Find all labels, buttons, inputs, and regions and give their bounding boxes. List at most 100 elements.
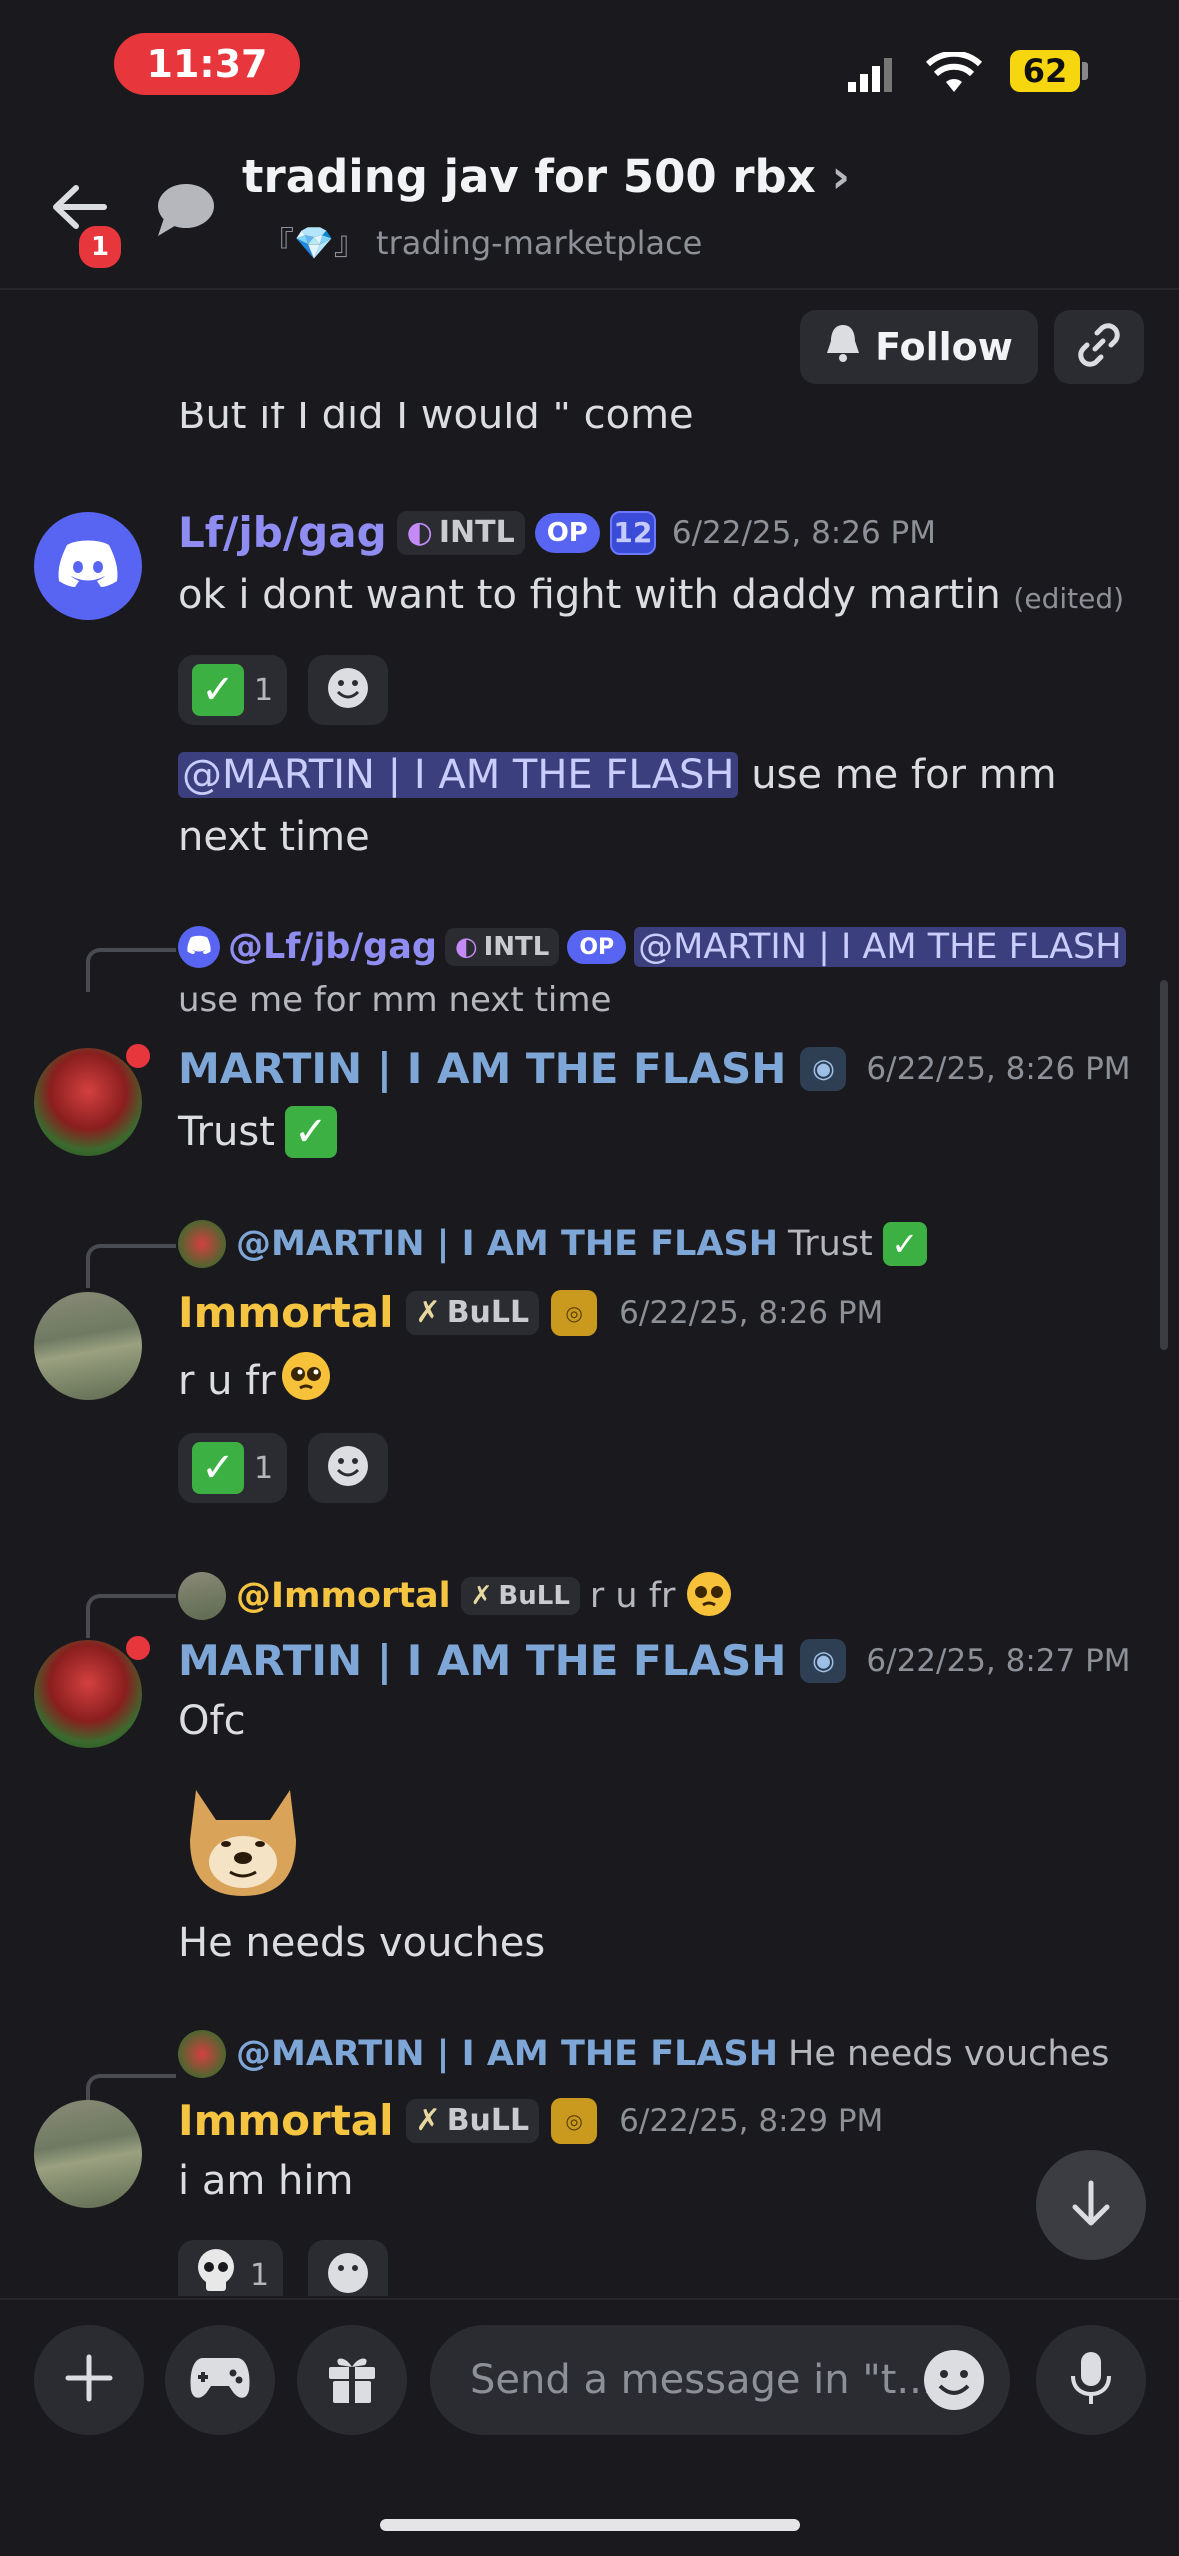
reply-username: @MARTIN | I AM THE FLASH xyxy=(236,1224,779,1264)
reply-preview[interactable]: @Immortal ✗ BuLL r u fr xyxy=(178,1570,733,1622)
guild-tag[interactable]: ✗ BuLL xyxy=(405,1290,540,1335)
username[interactable]: MARTIN | I AM THE FLASH xyxy=(178,1044,786,1093)
signal-icon xyxy=(848,56,894,96)
voice-message-button[interactable] xyxy=(1036,2325,1146,2435)
avatar xyxy=(178,2030,226,2078)
smiley-icon xyxy=(922,2350,986,2416)
scrollbar-thumb[interactable] xyxy=(1160,980,1168,1350)
sword-icon: ✗ xyxy=(415,2103,441,2138)
reply-text: Trust xyxy=(788,1224,873,1264)
reaction-check[interactable]: ✓ 1 xyxy=(178,655,288,725)
reaction-count: 1 xyxy=(254,672,274,708)
reaction-skull[interactable]: 1 xyxy=(178,2240,284,2296)
guild-tag[interactable]: ✗ BuLL xyxy=(405,2098,540,2143)
reply-connector xyxy=(86,1244,176,1288)
reply-text: He needs vouches xyxy=(788,2034,1110,2074)
avatar[interactable] xyxy=(34,1048,142,1156)
battery-tip xyxy=(1082,62,1088,80)
chevron-right-icon: › xyxy=(831,150,851,203)
avatar[interactable] xyxy=(34,2100,142,2208)
follow-button[interactable]: Follow xyxy=(800,310,1038,384)
message-text-cont: next time xyxy=(178,814,370,860)
avatar xyxy=(178,1572,226,1620)
timestamp: 6/22/25, 8:26 PM xyxy=(619,1294,884,1331)
check-emoji-icon: ✓ xyxy=(192,664,244,716)
arrow-down-icon xyxy=(1069,2179,1113,2231)
reply-preview[interactable]: @MARTIN | I AM THE FLASH He needs vouche… xyxy=(178,2030,1109,2078)
avatar[interactable] xyxy=(34,1640,142,1748)
reply-connector xyxy=(86,1594,176,1638)
op-badge: OP xyxy=(567,930,627,964)
moon-icon: ◐ xyxy=(406,515,433,550)
gamepad-icon xyxy=(189,2354,251,2406)
unread-badge: 1 xyxy=(75,222,125,272)
doge-sticker-icon[interactable] xyxy=(176,1770,310,1896)
channel-name[interactable]: 『💎』 trading-marketplace xyxy=(262,218,702,264)
message-header: Immortal ✗ BuLL ◎ 6/22/25, 8:29 PM xyxy=(178,2096,883,2145)
bell-icon xyxy=(825,323,861,372)
username[interactable]: MARTIN | I AM THE FLASH xyxy=(178,1636,786,1685)
microphone-icon xyxy=(1069,2350,1113,2410)
home-indicator xyxy=(380,2519,800,2531)
discord-logo-icon xyxy=(186,935,212,959)
copy-link-button[interactable] xyxy=(1054,310,1144,384)
reply-text: r u fr xyxy=(589,1576,676,1616)
smiley-icon xyxy=(326,666,370,714)
message-text: Trust ✓ xyxy=(178,1106,337,1158)
op-badge: OP xyxy=(534,512,600,553)
guild-tag: ◐ INTL xyxy=(444,928,560,966)
reaction-count: 1 xyxy=(254,1450,274,1486)
gift-button[interactable] xyxy=(297,2325,407,2435)
avatar-decoration xyxy=(126,1044,150,1068)
user-mention: @MARTIN | I AM THE FLASH xyxy=(634,927,1126,967)
moon-icon: ◐ xyxy=(454,932,478,962)
username[interactable]: Immortal xyxy=(178,1288,394,1337)
reply-preview[interactable]: @MARTIN | I AM THE FLASH Trust ✓ xyxy=(178,1220,927,1268)
partial-message-text: But if I did I would " come xyxy=(178,392,694,438)
guild-tag[interactable]: ◐ INTL xyxy=(396,510,525,555)
smiley-icon xyxy=(326,2251,370,2296)
discord-logo-icon xyxy=(55,539,121,593)
message-placeholder: Send a message in "t... xyxy=(470,2357,935,2403)
message-text: r u fr xyxy=(178,1350,332,1412)
add-reaction-button[interactable] xyxy=(308,2240,388,2296)
reaction-check[interactable]: ✓ 1 xyxy=(178,1433,288,1503)
apps-button[interactable] xyxy=(165,2325,275,2435)
username[interactable]: Immortal xyxy=(178,2096,394,2145)
timestamp: 6/22/25, 8:26 PM xyxy=(866,1050,1131,1087)
composer-divider xyxy=(0,2298,1179,2300)
guild-tag: ✗ BuLL xyxy=(460,1577,580,1615)
server-badge-icon: ◎ xyxy=(551,2097,598,2144)
avatar[interactable] xyxy=(34,1292,142,1400)
avatar[interactable] xyxy=(34,512,142,620)
wifi-icon xyxy=(925,50,983,98)
username[interactable]: Lf/jb/gag xyxy=(178,508,387,557)
reply-username: @Lf/jb/gag xyxy=(228,927,437,967)
header-divider xyxy=(0,288,1179,290)
check-emoji-icon: ✓ xyxy=(284,1106,337,1158)
add-reaction-button[interactable] xyxy=(308,1433,388,1503)
message-header: Lf/jb/gag ◐ INTL OP 12 6/22/25, 8:26 PM xyxy=(178,508,936,557)
add-reaction-button[interactable] xyxy=(308,655,388,725)
message-header: MARTIN | I AM THE FLASH ◉ 6/22/25, 8:26 … xyxy=(178,1044,1131,1093)
status-time: 11:37 xyxy=(114,33,300,95)
follow-label: Follow xyxy=(875,325,1013,369)
reaction-row-clip: 1 xyxy=(178,2240,478,2296)
sword-icon: ✗ xyxy=(470,1581,493,1611)
user-mention[interactable]: @MARTIN | I AM THE FLASH xyxy=(178,752,739,798)
bot-badge-icon: ◉ xyxy=(800,1638,847,1683)
message-text: @MARTIN | I AM THE FLASH use me for mm xyxy=(178,752,1057,798)
timestamp: 6/22/25, 8:26 PM xyxy=(671,514,936,551)
emoji-button[interactable] xyxy=(922,2348,986,2416)
sword-icon: ✗ xyxy=(415,1295,441,1330)
jump-to-bottom-button[interactable] xyxy=(1036,2150,1146,2260)
timestamp: 6/22/25, 8:29 PM xyxy=(619,2102,884,2139)
reaction-count: 1 xyxy=(250,2257,270,2293)
message-text: ok i dont want to fight with daddy marti… xyxy=(178,572,1125,618)
add-attachment-button[interactable] xyxy=(34,2325,144,2435)
thread-title[interactable]: trading jav for 500 rbx › xyxy=(242,150,850,203)
message-header: Immortal ✗ BuLL ◎ 6/22/25, 8:26 PM xyxy=(178,1288,883,1337)
reply-preview[interactable]: @Lf/jb/gag ◐ INTL OP @MARTIN | I AM THE F… xyxy=(178,926,1126,968)
skull-emoji-icon xyxy=(192,2247,240,2296)
bot-badge-icon: ◉ xyxy=(800,1046,847,1091)
